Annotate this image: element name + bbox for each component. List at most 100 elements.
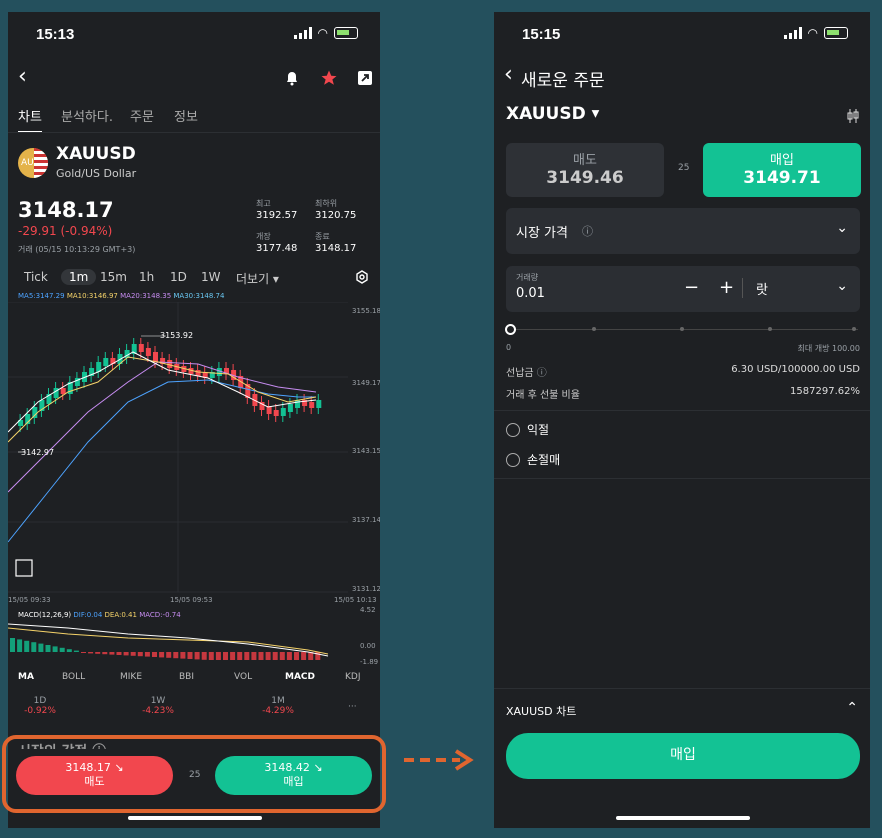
bell-icon[interactable] — [284, 70, 300, 86]
order-type-select[interactable]: 시장 가격 ⓘ ⌄ — [506, 208, 860, 254]
margin-value: 6.30 USD/100000.00 USD — [731, 364, 860, 375]
candle — [103, 358, 109, 366]
buy-price: 3149.71 — [743, 168, 821, 188]
macd-bar — [102, 652, 108, 655]
macd-bar — [265, 652, 271, 660]
candle — [287, 404, 293, 412]
home-indicator — [128, 816, 262, 820]
slider-handle[interactable] — [505, 324, 516, 335]
macd-bar — [230, 652, 236, 660]
signal-icon — [293, 27, 312, 39]
macd-bar — [194, 652, 200, 660]
minus-icon[interactable]: − — [684, 277, 699, 298]
indicator-boll[interactable]: BOLL — [62, 672, 85, 682]
tab-info[interactable]: 정보 — [174, 106, 198, 125]
symbol-flag-icon: AU — [18, 148, 48, 178]
status-bar: 15:15 ◠ — [494, 12, 870, 60]
volume-slider[interactable] — [510, 329, 858, 330]
chart-toggle-label[interactable]: XAUUSD 차트 — [506, 703, 576, 719]
status-time: 15:13 — [36, 26, 75, 43]
battery-icon — [824, 27, 848, 39]
indicator-kdj[interactable]: KDJ — [345, 672, 361, 682]
close-label: 종료 — [315, 232, 330, 241]
buy-price-box[interactable]: 매입 3149.71 — [703, 143, 861, 197]
symbol-title: XAUUSD — [56, 144, 136, 164]
stop-loss-label[interactable]: 손절매 — [527, 451, 560, 468]
y-tick-label: 3149.17 — [352, 379, 380, 387]
margin-label: 선납금 ⓘ — [506, 368, 547, 379]
indicator-ma[interactable]: MA — [18, 672, 34, 682]
share-icon[interactable] — [357, 70, 373, 86]
high-value: 3192.57 — [256, 210, 298, 221]
chevron-down-icon[interactable]: ⌄ — [836, 278, 848, 294]
perf-period: 1W — [150, 696, 166, 706]
macd-bar — [123, 652, 129, 656]
chevron-up-icon[interactable]: ⌃ — [846, 700, 858, 716]
y-tick-label: 3137.14 — [352, 516, 380, 524]
macd-bar — [279, 652, 285, 660]
plus-icon[interactable]: + — [719, 277, 734, 298]
macd-y-bot: -1.89 — [360, 658, 379, 666]
order-type-value: 시장 가격 — [516, 226, 568, 241]
settings-icon[interactable] — [355, 270, 369, 284]
x-tick-label: 15/05 09:33 — [8, 596, 51, 604]
macd-bar — [286, 652, 292, 660]
timeframe-tick[interactable]: Tick — [24, 270, 48, 284]
symbol-selector[interactable]: XAUUSD ▼ — [506, 104, 599, 124]
perf-period: 1D — [33, 696, 47, 706]
stop-loss-radio[interactable] — [506, 453, 520, 467]
low-label: 최하위 — [315, 199, 338, 208]
low-value: 3120.75 — [315, 210, 357, 221]
volume-label: 거래량 — [516, 273, 539, 282]
timeframe-1m[interactable]: 1m — [61, 269, 97, 285]
volume-input[interactable]: 거래량 0.01 − + 랏 ⌄ — [506, 266, 860, 312]
status-time: 15:15 — [522, 26, 561, 43]
back-icon[interactable]: ‹ — [18, 64, 27, 89]
submit-buy-button[interactable]: 매입 — [506, 733, 860, 779]
timeframe-1w[interactable]: 1W — [201, 270, 221, 284]
take-profit-radio[interactable] — [506, 423, 520, 437]
tab-analysis[interactable]: 분석하다. — [61, 106, 113, 125]
take-profit-label[interactable]: 익절 — [527, 421, 549, 438]
tab-order[interactable]: 주문 — [130, 106, 154, 125]
home-indicator — [616, 816, 750, 820]
indicator-mike[interactable]: MIKE — [120, 672, 142, 682]
expand-icon[interactable] — [15, 559, 33, 577]
back-icon[interactable]: ‹ — [504, 62, 513, 87]
x-tick-label: 15/05 09:53 — [170, 596, 213, 604]
timeframe-1h[interactable]: 1h — [139, 270, 154, 284]
max-price-marker: 3153.92 — [160, 331, 194, 340]
macd-bar — [251, 652, 257, 660]
highlight-frame — [2, 735, 386, 813]
ratio-value: 1587297.62% — [790, 386, 860, 397]
sell-price-box[interactable]: 매도 3149.46 — [506, 143, 664, 197]
info-icon[interactable]: ⓘ — [582, 223, 593, 239]
indicator-vol[interactable]: VOL — [234, 672, 252, 682]
symbol-badge: AU — [21, 158, 34, 168]
indicator-macd[interactable]: MACD — [285, 672, 315, 682]
candle-settings-icon[interactable] — [845, 108, 861, 124]
candle — [316, 400, 322, 408]
perf-value: -0.92% — [24, 706, 56, 716]
star-icon[interactable] — [320, 69, 338, 87]
more-button[interactable]: ··· — [348, 702, 357, 712]
ma5-value: MA5:3147.29 — [18, 292, 65, 300]
timeframe-1d[interactable]: 1D — [170, 270, 187, 284]
indicator-bbi[interactable]: BBI — [179, 672, 194, 682]
macd-bar — [294, 652, 299, 660]
order-screen: 15:15 ◠ ‹ 새로운 주문 XAUUSD ▼ 매도 3149.46 25 … — [494, 12, 870, 828]
chevron-down-icon: ⌄ — [836, 220, 848, 236]
macd-bar — [301, 652, 307, 660]
macd-bar — [215, 652, 221, 660]
timeframe-more[interactable]: 더보기 ▾ — [236, 270, 279, 287]
open-label: 개장 — [256, 232, 271, 241]
y-tick-label: 3143.15 — [352, 447, 380, 455]
candlestick-chart[interactable] — [8, 302, 380, 620]
ratio-label: 거래 후 선불 비율 — [506, 390, 580, 401]
macd-bar — [208, 652, 214, 660]
timeframe-15m[interactable]: 15m — [100, 270, 127, 284]
perf-1d: 1D -0.92% — [10, 696, 70, 716]
tab-chart[interactable]: 차트 — [18, 106, 42, 133]
arrow-right-icon — [404, 749, 474, 771]
candle — [273, 410, 279, 416]
